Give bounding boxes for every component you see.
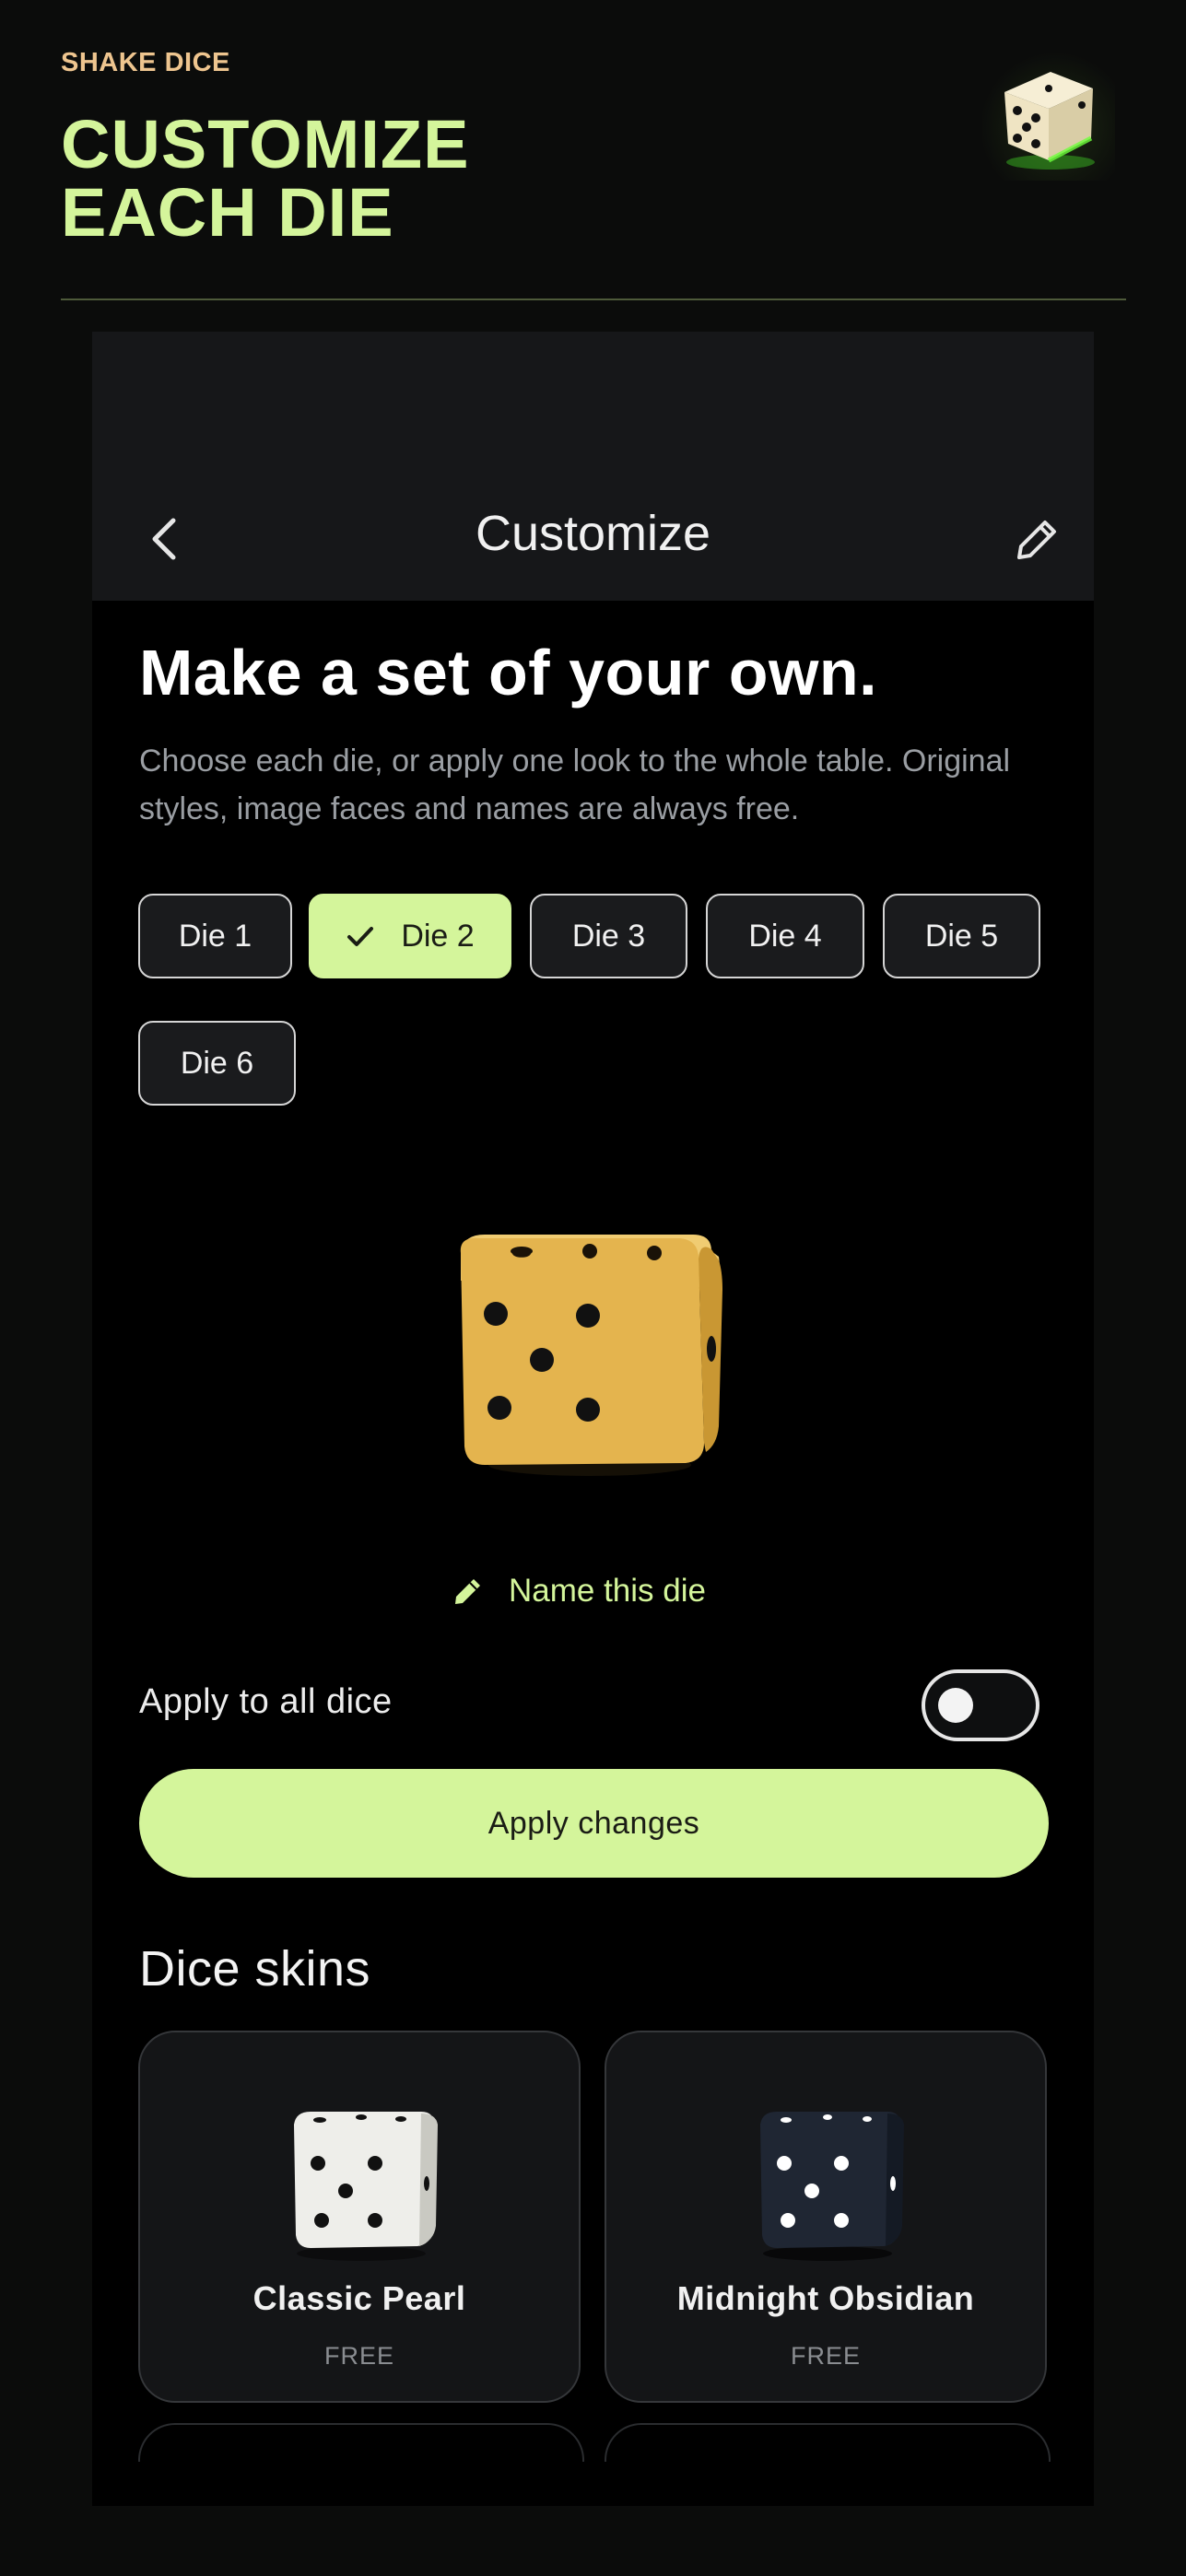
name-die-label: Name this die <box>509 1573 706 1609</box>
edit-button[interactable] <box>1010 511 1065 567</box>
tab-die-3[interactable]: Die 3 <box>530 894 687 978</box>
tab-die-1[interactable]: Die 1 <box>138 894 292 978</box>
brand-label: SHAKE DICE <box>61 48 230 77</box>
skin-card-midnight-obsidian[interactable]: Midnight Obsidian FREE <box>605 2031 1047 2403</box>
glowing-die-icon <box>982 48 1115 181</box>
midnight-obsidian-die-icon <box>740 2097 915 2272</box>
tab-label: Die 3 <box>571 918 646 954</box>
tab-label: Die 2 <box>401 918 475 954</box>
die-preview[interactable] <box>452 1214 728 1491</box>
tab-label: Die 6 <box>180 1045 254 1081</box>
skin-card-classic-pearl[interactable]: Classic Pearl FREE <box>138 2031 581 2403</box>
skin-card-peek[interactable] <box>138 2423 584 2462</box>
apply-all-label: Apply to all dice <box>139 1682 393 1721</box>
app-bar-title: Customize <box>475 506 711 561</box>
tab-die-2[interactable]: Die 2 <box>309 894 511 978</box>
skin-price: FREE <box>790 2342 861 2370</box>
headline-line-1: CUSTOMIZE <box>61 106 470 182</box>
page-headline: CUSTOMIZE EACH DIE <box>61 111 469 247</box>
intro-heading: Make a set of your own. <box>139 637 878 708</box>
apply-changes-button[interactable]: Apply changes <box>139 1769 1049 1878</box>
tab-label: Die 1 <box>178 918 252 954</box>
pencil-icon <box>1017 521 1056 559</box>
toggle-knob <box>938 1688 973 1723</box>
skin-name: Classic Pearl <box>252 2279 466 2317</box>
app-screen: Customize Make a set of your own. Choose… <box>92 332 1094 2506</box>
tab-die-5[interactable]: Die 5 <box>883 894 1040 978</box>
headline-line-2: EACH DIE <box>61 174 394 251</box>
tab-die-6[interactable]: Die 6 <box>138 1021 296 1106</box>
tab-die-4[interactable]: Die 4 <box>706 894 864 978</box>
name-die-link[interactable]: Name this die <box>450 1568 706 1614</box>
skins-section-title: Dice skins <box>139 1941 371 1996</box>
intro-description: Choose each die, or apply one look to th… <box>139 744 1011 826</box>
apply-all-toggle[interactable] <box>922 1669 1039 1741</box>
skin-price: FREE <box>323 2342 394 2370</box>
skin-card-peek[interactable] <box>605 2423 1051 2462</box>
tab-label: Die 5 <box>924 918 999 954</box>
tab-label: Die 4 <box>748 918 822 954</box>
header-divider <box>61 299 1126 300</box>
check-icon <box>346 921 375 951</box>
pencil-icon <box>450 1573 487 1610</box>
skin-name: Midnight Obsidian <box>676 2279 975 2317</box>
classic-pearl-die-icon <box>274 2097 449 2272</box>
